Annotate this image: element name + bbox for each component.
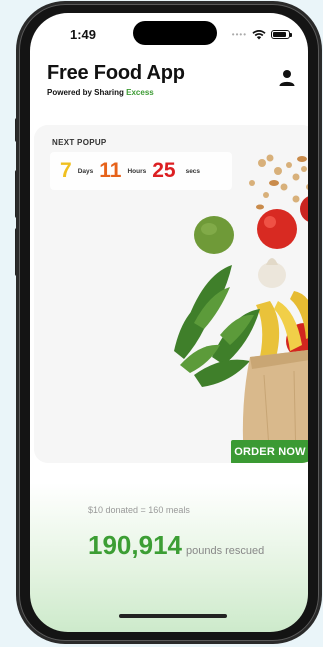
- popup-card[interactable]: NEXT POPUP 7 Days 11 Hours 25 secs ORDER…: [34, 125, 308, 463]
- status-icons: ••••: [231, 27, 292, 41]
- pounds-label: pounds rescued: [185, 545, 265, 557]
- app-subtitle: Powered by Sharing Excess: [47, 88, 154, 97]
- app-title: Free Food App: [47, 62, 185, 84]
- countdown-timer: 7 Days 11 Hours 25 secs: [50, 152, 232, 190]
- app-screen: 1:49 •••• Free Food App Powered by Shari…: [30, 13, 308, 632]
- dynamic-island: [133, 21, 217, 45]
- status-time: 1:49: [70, 27, 97, 42]
- donation-note: $10 donated = 160 meals: [88, 505, 190, 515]
- wifi-icon: [252, 29, 266, 39]
- secs-label: secs: [185, 167, 201, 175]
- pounds-rescued: 190,914 pounds rescued: [88, 530, 264, 561]
- person-icon[interactable]: [279, 69, 295, 87]
- home-indicator[interactable]: [119, 614, 227, 618]
- days-value: 7: [60, 159, 72, 182]
- order-now-button[interactable]: ORDER NOW: [231, 440, 308, 463]
- pounds-value: 190,914: [88, 530, 182, 560]
- subtitle-prefix: Powered by Sharing: [47, 88, 127, 97]
- hours-value: 11: [99, 159, 122, 182]
- next-popup-label: NEXT POPUP: [52, 138, 107, 147]
- hours-label: Hours: [127, 167, 147, 175]
- subtitle-brand: Excess: [126, 88, 154, 97]
- battery-icon: [271, 29, 292, 39]
- signal-dots-icon: ••••: [231, 29, 247, 39]
- secs-value: 25: [152, 159, 176, 182]
- days-label: Days: [77, 167, 94, 175]
